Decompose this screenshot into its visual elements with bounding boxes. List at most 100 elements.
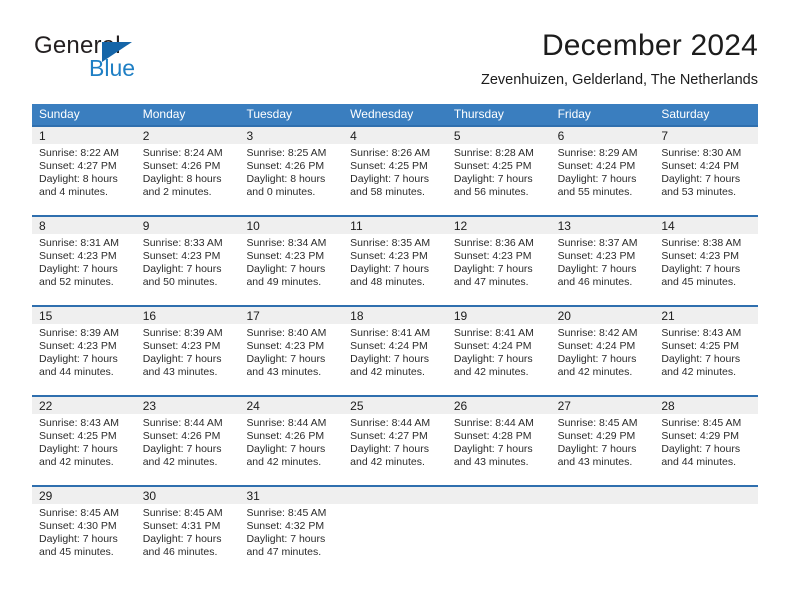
day-number: 8 bbox=[39, 219, 46, 233]
sunrise-text: Sunrise: 8:45 AM bbox=[661, 417, 742, 429]
day-cell[interactable]: 24 Sunrise: 8:44 AM Sunset: 4:26 PM Dayl… bbox=[239, 397, 344, 485]
day-number: 2 bbox=[142, 129, 150, 143]
day-cell[interactable]: 14 Sunrise: 8:38 AM Sunset: 4:23 PM Dayl… bbox=[654, 217, 759, 305]
daylight-text-line1: Daylight: 7 hours bbox=[557, 443, 637, 455]
day-number: 25 bbox=[350, 399, 364, 413]
daylight-text-line2: and 4 minutes. bbox=[39, 186, 108, 198]
day-number: 16 bbox=[142, 309, 157, 323]
day-number: 1 bbox=[39, 129, 46, 143]
day-cell[interactable]: 29 Sunrise: 8:45 AM Sunset: 4:30 PM Dayl… bbox=[32, 487, 136, 575]
day-cell[interactable]: 7 Sunrise: 8:30 AM Sunset: 4:24 PM Dayli… bbox=[654, 127, 759, 215]
weekday-header-tuesday: Tuesday bbox=[246, 107, 293, 121]
day-info: Sunrise: 8:28 AM Sunset: 4:25 PM Dayligh… bbox=[447, 144, 551, 199]
sunset-text: Sunset: 4:25 PM bbox=[453, 160, 532, 172]
daylight-text-line2: and 48 minutes. bbox=[350, 276, 425, 288]
day-number-band: 25 bbox=[343, 397, 447, 414]
day-cell[interactable]: 17 Sunrise: 8:40 AM Sunset: 4:23 PM Dayl… bbox=[239, 307, 344, 395]
day-cell[interactable]: 15 Sunrise: 8:39 AM Sunset: 4:23 PM Dayl… bbox=[32, 307, 136, 395]
sunset-text: Sunset: 4:29 PM bbox=[661, 430, 739, 442]
daylight-text-line2: and 0 minutes. bbox=[246, 186, 316, 198]
daylight-text-line2: and 43 minutes. bbox=[142, 366, 218, 378]
day-number: 23 bbox=[142, 399, 157, 413]
day-cell[interactable]: 5 Sunrise: 8:28 AM Sunset: 4:25 PM Dayli… bbox=[446, 127, 551, 215]
day-cell[interactable]: 19 Sunrise: 8:41 AM Sunset: 4:24 PM Dayl… bbox=[446, 307, 551, 395]
daylight-text-line1: Daylight: 7 hours bbox=[246, 533, 326, 545]
sunset-text: Sunset: 4:26 PM bbox=[142, 160, 221, 172]
day-cell[interactable]: 16 Sunrise: 8:39 AM Sunset: 4:23 PM Dayl… bbox=[135, 307, 240, 395]
sunrise-text: Sunrise: 8:35 AM bbox=[350, 237, 431, 249]
day-cell[interactable]: 26 Sunrise: 8:44 AM Sunset: 4:28 PM Dayl… bbox=[446, 397, 551, 485]
sunset-text: Sunset: 4:25 PM bbox=[661, 340, 739, 352]
sunset-text: Sunset: 4:26 PM bbox=[142, 430, 221, 442]
daylight-text-line2: and 47 minutes. bbox=[453, 276, 529, 288]
sunrise-text: Sunrise: 8:26 AM bbox=[350, 147, 431, 159]
daylight-text-line1: Daylight: 7 hours bbox=[39, 443, 118, 455]
day-info: Sunrise: 8:44 AM Sunset: 4:27 PM Dayligh… bbox=[343, 414, 447, 469]
day-cell[interactable]: 6 Sunrise: 8:29 AM Sunset: 4:24 PM Dayli… bbox=[550, 127, 655, 215]
sunrise-text: Sunrise: 8:38 AM bbox=[661, 237, 742, 249]
day-info: Sunrise: 8:39 AM Sunset: 4:23 PM Dayligh… bbox=[136, 324, 240, 379]
day-cell[interactable]: 9 Sunrise: 8:33 AM Sunset: 4:23 PM Dayli… bbox=[135, 217, 240, 305]
day-cell[interactable]: 27 Sunrise: 8:45 AM Sunset: 4:29 PM Dayl… bbox=[550, 397, 655, 485]
day-cell[interactable]: 20 Sunrise: 8:42 AM Sunset: 4:24 PM Dayl… bbox=[550, 307, 655, 395]
day-cell[interactable]: 21 Sunrise: 8:43 AM Sunset: 4:25 PM Dayl… bbox=[654, 307, 759, 395]
calendar-grid: Sunday Monday Tuesday Wednesday Thursday… bbox=[32, 104, 759, 575]
day-cell[interactable]: 2 Sunrise: 8:24 AM Sunset: 4:26 PM Dayli… bbox=[135, 127, 240, 215]
daylight-text-line1: Daylight: 7 hours bbox=[246, 263, 326, 275]
daylight-text-line2: and 42 minutes. bbox=[557, 366, 633, 378]
sunrise-text: Sunrise: 8:37 AM bbox=[557, 237, 638, 249]
daylight-text-line2: and 53 minutes. bbox=[661, 186, 737, 198]
day-cell[interactable]: 13 Sunrise: 8:37 AM Sunset: 4:23 PM Dayl… bbox=[550, 217, 655, 305]
day-cell[interactable]: 3 Sunrise: 8:25 AM Sunset: 4:26 PM Dayli… bbox=[239, 127, 344, 215]
day-number: 7 bbox=[661, 129, 668, 143]
day-number-band: 17 bbox=[239, 307, 344, 324]
day-info: Sunrise: 8:45 AM Sunset: 4:31 PM Dayligh… bbox=[136, 504, 240, 559]
daylight-text-line1: Daylight: 7 hours bbox=[142, 533, 222, 545]
day-number-band bbox=[654, 487, 759, 504]
day-number: 24 bbox=[246, 399, 260, 413]
day-number-band: 21 bbox=[654, 307, 759, 324]
sunrise-text: Sunrise: 8:36 AM bbox=[453, 237, 534, 249]
weekday-header-friday: Friday bbox=[557, 107, 591, 121]
day-number-band: 9 bbox=[135, 217, 240, 234]
day-cell[interactable]: 25 Sunrise: 8:44 AM Sunset: 4:27 PM Dayl… bbox=[343, 397, 447, 485]
day-cell[interactable]: 23 Sunrise: 8:44 AM Sunset: 4:26 PM Dayl… bbox=[135, 397, 240, 485]
title-block: December 2024 Zevenhuizen, Gelderland, T… bbox=[158, 28, 758, 89]
day-number-band: 5 bbox=[446, 127, 551, 144]
day-cell[interactable]: 8 Sunrise: 8:31 AM Sunset: 4:23 PM Dayli… bbox=[32, 217, 136, 305]
daylight-text-line2: and 45 minutes. bbox=[39, 546, 114, 558]
day-info: Sunrise: 8:45 AM Sunset: 4:30 PM Dayligh… bbox=[32, 504, 136, 559]
daylight-text-line2: and 44 minutes. bbox=[39, 366, 114, 378]
sunrise-text: Sunrise: 8:43 AM bbox=[39, 417, 119, 429]
day-cell[interactable]: 12 Sunrise: 8:36 AM Sunset: 4:23 PM Dayl… bbox=[446, 217, 551, 305]
day-info: Sunrise: 8:39 AM Sunset: 4:23 PM Dayligh… bbox=[32, 324, 136, 379]
day-cell[interactable]: 18 Sunrise: 8:41 AM Sunset: 4:24 PM Dayl… bbox=[343, 307, 447, 395]
sunrise-text: Sunrise: 8:45 AM bbox=[142, 507, 223, 519]
day-info: Sunrise: 8:41 AM Sunset: 4:24 PM Dayligh… bbox=[343, 324, 447, 379]
day-cell[interactable]: 10 Sunrise: 8:34 AM Sunset: 4:23 PM Dayl… bbox=[239, 217, 344, 305]
day-info: Sunrise: 8:34 AM Sunset: 4:23 PM Dayligh… bbox=[239, 234, 343, 289]
day-cell-empty bbox=[550, 487, 655, 575]
day-number-band: 13 bbox=[550, 217, 655, 234]
daylight-text-line2: and 44 minutes. bbox=[661, 456, 737, 468]
day-number: 13 bbox=[557, 219, 571, 233]
sunrise-text: Sunrise: 8:25 AM bbox=[246, 147, 327, 159]
sunrise-text: Sunrise: 8:40 AM bbox=[246, 327, 327, 339]
daylight-text-line1: Daylight: 7 hours bbox=[453, 443, 533, 455]
day-cell[interactable]: 1 Sunrise: 8:22 AM Sunset: 4:27 PM Dayli… bbox=[32, 127, 136, 215]
day-cell[interactable]: 31 Sunrise: 8:45 AM Sunset: 4:32 PM Dayl… bbox=[239, 487, 344, 575]
sunrise-text: Sunrise: 8:41 AM bbox=[350, 327, 431, 339]
day-number-band: 11 bbox=[343, 217, 447, 234]
day-cell[interactable]: 22 Sunrise: 8:43 AM Sunset: 4:25 PM Dayl… bbox=[32, 397, 136, 485]
sunset-text: Sunset: 4:23 PM bbox=[246, 250, 325, 262]
day-number-band: 18 bbox=[343, 307, 447, 324]
day-number: 18 bbox=[350, 309, 364, 323]
day-cell[interactable]: 30 Sunrise: 8:45 AM Sunset: 4:31 PM Dayl… bbox=[135, 487, 240, 575]
week-row: 29 Sunrise: 8:45 AM Sunset: 4:30 PM Dayl… bbox=[32, 485, 759, 575]
day-number-band: 27 bbox=[550, 397, 655, 414]
day-cell[interactable]: 11 Sunrise: 8:35 AM Sunset: 4:23 PM Dayl… bbox=[343, 217, 447, 305]
day-number: 9 bbox=[142, 219, 150, 233]
daylight-text-line1: Daylight: 7 hours bbox=[246, 443, 326, 455]
day-cell[interactable]: 4 Sunrise: 8:26 AM Sunset: 4:25 PM Dayli… bbox=[343, 127, 447, 215]
day-cell[interactable]: 28 Sunrise: 8:45 AM Sunset: 4:29 PM Dayl… bbox=[654, 397, 759, 485]
